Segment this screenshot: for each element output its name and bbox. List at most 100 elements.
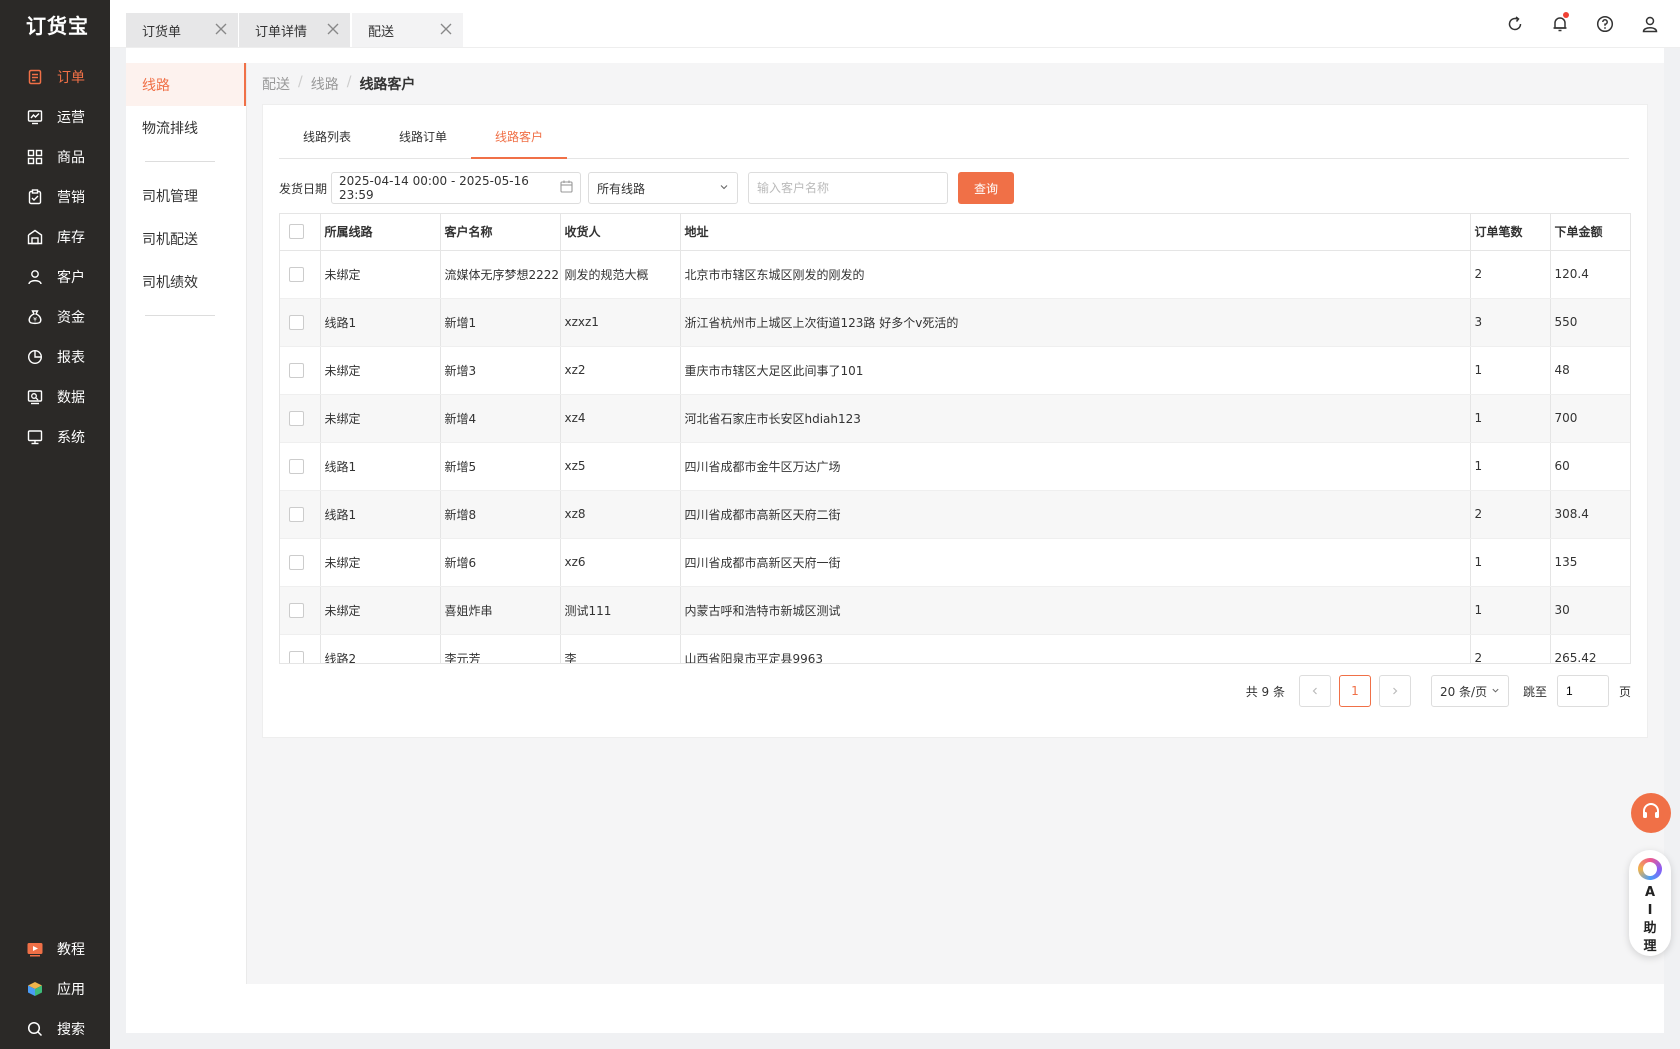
column-header: 客户名称 [440, 214, 561, 251]
jump-page-input[interactable] [1556, 675, 1609, 707]
row-checkbox[interactable] [289, 314, 304, 330]
row-checkbox[interactable] [289, 362, 304, 378]
chevron-down-icon [719, 181, 729, 195]
table-row[interactable]: 未绑定 流媒体无序梦想2222 刚发的规范大概 北京市市辖区东城区刚发的刚发的 … [280, 250, 1630, 299]
select-all-checkbox[interactable] [289, 224, 304, 240]
breadcrumb-item[interactable]: 线路 [311, 74, 339, 94]
page-size-select[interactable]: 20 条/页 [1430, 675, 1509, 707]
date-range-picker[interactable]: 2025-04-14 00:00 - 2025-05-16 23:59 [331, 172, 582, 204]
bell-icon[interactable] [1550, 12, 1570, 34]
query-button[interactable]: 查询 [958, 172, 1015, 204]
customer-service-button[interactable] [1631, 793, 1671, 833]
nav-item-money[interactable]: ¥ 资金 [0, 297, 110, 337]
nav-item-operation[interactable]: 运营 [0, 97, 110, 137]
app-cube-icon [27, 981, 43, 997]
nav-label: 教程 [57, 942, 85, 958]
table-row[interactable]: 线路1 新增5 xz5 四川省成都市金牛区万达广场 1 60 [280, 442, 1630, 491]
table-row[interactable]: 线路2 李元芳 李 山西省阳泉市平定县9963 2 265.42 [280, 634, 1630, 663]
nav-item-warehouse[interactable]: 库存 [0, 217, 110, 257]
cell-customer: 新增5 [440, 442, 561, 491]
row-checkbox[interactable] [289, 458, 304, 474]
cell-address: 内蒙古呼和浩特市新城区测试 [680, 586, 1471, 635]
nav-item-search[interactable]: 搜索 [0, 1009, 110, 1049]
cell-route: 线路1 [320, 298, 441, 347]
tab-route-list[interactable]: 线路列表 [279, 127, 375, 159]
tab-route-orders[interactable]: 线路订单 [375, 127, 471, 159]
row-checkbox[interactable] [289, 506, 304, 522]
sub-nav: 线路 物流排线 司机管理 司机配送 司机绩效 [126, 63, 246, 316]
nav-label: 搜索 [57, 1022, 85, 1038]
money-bag-icon: ¥ [27, 309, 43, 325]
subnav-item-driver-management[interactable]: 司机管理 [126, 174, 246, 217]
table-row[interactable]: 未绑定 新增3 xz2 重庆市市辖区大足区此间事了101 1 48 [280, 346, 1630, 395]
cell-receiver: xz2 [560, 346, 681, 395]
prev-page-button[interactable] [1298, 675, 1331, 707]
nav-label: 营销 [57, 190, 85, 206]
next-page-button[interactable] [1378, 675, 1411, 707]
nav-item-apps[interactable]: 应用 [0, 969, 110, 1009]
tab-order-list[interactable]: 订货单 [126, 13, 238, 47]
subnav-item-route[interactable]: 线路 [126, 63, 246, 106]
page-button-current[interactable]: 1 [1338, 675, 1371, 707]
nav-item-marketing[interactable]: 营销 [0, 177, 110, 217]
ai-assistant-button[interactable]: AI助理 [1629, 850, 1671, 956]
nav-item-data[interactable]: 数据 [0, 377, 110, 417]
route-select[interactable]: 所有线路 [588, 172, 739, 204]
customer-table: 所属线路 客户名称 收货人 地址 订单笔数 下单金额 未绑定 流媒体无序梦想22… [279, 213, 1631, 664]
table-row[interactable]: 未绑定 新增6 xz6 四川省成都市高新区天府一街 1 135 [280, 538, 1630, 587]
nav-item-tutorial[interactable]: 教程 [0, 929, 110, 969]
table-header-row: 所属线路 客户名称 收货人 地址 订单笔数 下单金额 [280, 214, 1630, 251]
breadcrumb-item[interactable]: 配送 [262, 74, 290, 94]
tab-route-customers[interactable]: 线路客户 [471, 127, 567, 159]
table-row[interactable]: 线路1 新增8 xz8 四川省成都市高新区天府二街 2 308.4 [280, 490, 1630, 539]
subnav-item-driver-performance[interactable]: 司机绩效 [126, 260, 246, 303]
nav-label: 系统 [57, 430, 85, 446]
row-checkbox[interactable] [289, 266, 304, 282]
close-icon[interactable] [214, 22, 228, 36]
user-icon[interactable] [1640, 14, 1660, 34]
row-checkbox[interactable] [289, 602, 304, 618]
help-icon[interactable] [1595, 14, 1615, 34]
nav-item-order[interactable]: 订单 [0, 57, 110, 97]
table-row[interactable]: 未绑定 喜姐炸串 测试111 内蒙古呼和浩特市新城区测试 1 30 [280, 586, 1630, 635]
row-checkbox[interactable] [289, 650, 304, 663]
nav-item-report[interactable]: 报表 [0, 337, 110, 377]
cell-order-count: 1 [1470, 538, 1551, 587]
table-row[interactable]: 线路1 新增1 xzxz1 浙江省杭州市上城区上次街道123路 好多个v死活的 … [280, 298, 1630, 347]
nav-item-customer[interactable]: 客户 [0, 257, 110, 297]
breadcrumb-current: 线路客户 [359, 77, 416, 93]
cell-amount: 550 [1550, 298, 1630, 347]
row-checkbox-cell [280, 442, 321, 491]
tab-order-detail[interactable]: 订单详情 [239, 13, 350, 47]
tab-delivery[interactable]: 配送 [352, 13, 463, 47]
date-range-value: 2025-04-14 00:00 - 2025-05-16 23:59 [339, 174, 529, 202]
nav-item-system[interactable]: 系统 [0, 417, 110, 457]
table-row[interactable]: 未绑定 新增4 xz4 河北省石家庄市长安区hdiah123 1 700 [280, 394, 1630, 443]
cell-order-count: 2 [1470, 634, 1551, 663]
customer-name-input[interactable] [748, 172, 949, 204]
subnav-item-logistics-routing[interactable]: 物流排线 [126, 106, 246, 149]
pagination: 共 9 条 1 20 条/页 跳至 页 [1246, 675, 1631, 707]
row-checkbox[interactable] [289, 554, 304, 570]
customer-icon [27, 269, 43, 285]
chevron-right-icon [1393, 687, 1398, 695]
monitor-icon [27, 429, 43, 445]
close-icon[interactable] [326, 22, 340, 36]
page-suffix: 页 [1618, 684, 1631, 699]
jump-label: 跳至 [1522, 684, 1547, 699]
breadcrumb-separator: / [298, 74, 303, 90]
close-icon[interactable] [439, 22, 453, 36]
nav-item-product[interactable]: 商品 [0, 137, 110, 177]
cell-order-count: 1 [1470, 442, 1551, 491]
content-card: 线路列表 线路订单 线路客户 发货日期 2025-04-14 00:00 - 2… [262, 104, 1648, 738]
subnav-item-driver-delivery[interactable]: 司机配送 [126, 217, 246, 260]
video-tutorial-icon [27, 941, 43, 957]
cell-address: 山西省阳泉市平定县9963 [680, 634, 1471, 663]
row-checkbox-cell [280, 394, 321, 443]
app-logo[interactable]: 订货宝 [26, 10, 89, 39]
refresh-icon[interactable] [1505, 14, 1525, 34]
cell-receiver: 刚发的规范大概 [560, 250, 681, 299]
ai-logo-icon [1638, 858, 1662, 880]
row-checkbox[interactable] [289, 410, 304, 426]
cell-order-count: 2 [1470, 490, 1551, 539]
